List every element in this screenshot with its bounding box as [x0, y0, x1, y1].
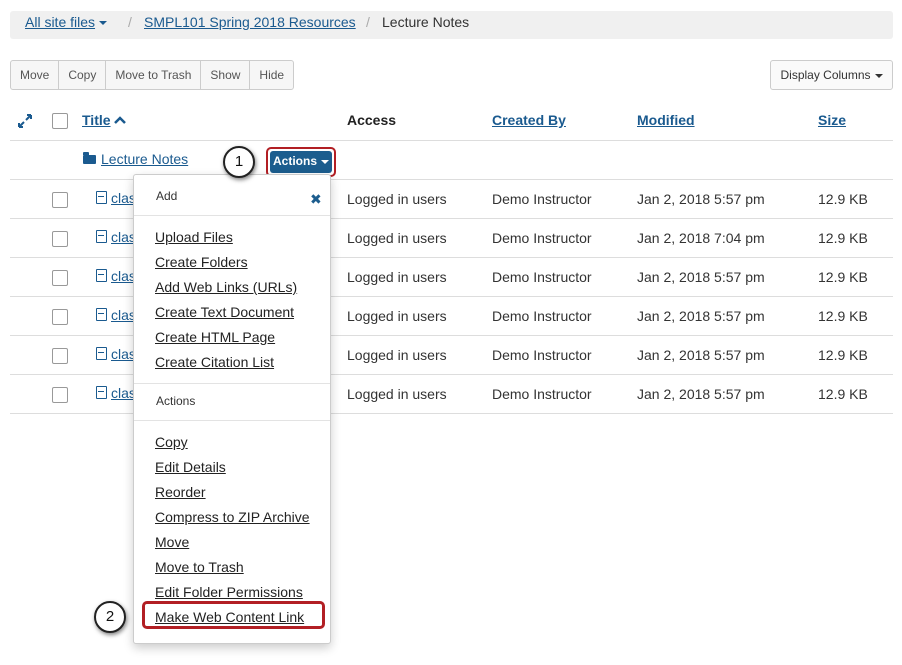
created-by-cell: Demo Instructor [492, 191, 592, 207]
hide-button[interactable]: Hide [249, 60, 295, 90]
menu-edit-folder-permissions[interactable]: Edit Folder Permissions [155, 584, 303, 600]
copy-button[interactable]: Copy [58, 60, 107, 90]
modified-cell: Jan 2, 2018 5:57 pm [637, 191, 765, 207]
file-link-wrapper[interactable]: clas [96, 346, 136, 362]
menu-move[interactable]: Move [155, 534, 189, 550]
title-column-header[interactable]: Title [82, 112, 127, 128]
actions-button-face: Actions [270, 151, 332, 173]
access-cell: Logged in users [347, 386, 447, 402]
row-checkbox[interactable] [52, 192, 68, 208]
pdf-file-icon [96, 230, 107, 243]
title-sort-link[interactable]: Title [82, 112, 111, 128]
row-checkbox[interactable] [52, 231, 68, 247]
menu-create-html-page[interactable]: Create HTML Page [155, 329, 275, 345]
table-header: Title Access Created By Modified Size [10, 100, 893, 141]
callout-badge-2: 2 [94, 601, 126, 633]
menu-add-web-links[interactable]: Add Web Links (URLs) [155, 279, 297, 295]
show-button[interactable]: Show [200, 60, 251, 90]
move-to-trash-button[interactable]: Move to Trash [105, 60, 202, 90]
modified-cell: Jan 2, 2018 5:57 pm [637, 269, 765, 285]
actions-dropdown-menu: Add ✖ Upload Files Create Folders Add We… [133, 174, 331, 644]
pdf-file-icon [96, 386, 107, 399]
menu-upload-files[interactable]: Upload Files [155, 229, 233, 245]
size-cell: 12.9 KB [818, 269, 868, 285]
display-columns-label: Display Columns [780, 68, 871, 82]
access-cell: Logged in users [347, 308, 447, 324]
created-by-column-header[interactable]: Created By [492, 112, 566, 128]
breadcrumb-separator: / [128, 14, 132, 30]
size-cell: 12.9 KB [818, 230, 868, 246]
chevron-down-icon [874, 73, 883, 78]
menu-create-folders[interactable]: Create Folders [155, 254, 248, 270]
chevron-down-icon [321, 159, 329, 164]
created-by-cell: Demo Instructor [492, 308, 592, 324]
folder-link[interactable]: Lecture Notes [101, 151, 188, 167]
menu-actions-header: Actions [156, 394, 196, 408]
created-by-cell: Demo Instructor [492, 269, 592, 285]
pdf-file-icon [96, 308, 107, 321]
menu-compress-zip[interactable]: Compress to ZIP Archive [155, 509, 310, 525]
file-link-wrapper[interactable]: clas [96, 268, 136, 284]
close-icon[interactable]: ✖ [310, 191, 322, 208]
menu-add-header: Add [156, 189, 178, 203]
breadcrumb-site-link[interactable]: SMPL101 Spring 2018 Resources [144, 14, 356, 30]
pdf-file-icon [96, 269, 107, 282]
menu-reorder[interactable]: Reorder [155, 484, 206, 500]
menu-copy[interactable]: Copy [155, 434, 188, 450]
display-columns-button[interactable]: Display Columns [770, 60, 893, 90]
file-link-wrapper[interactable]: clas [96, 190, 136, 206]
folder-open-icon [83, 152, 96, 164]
row-checkbox[interactable] [52, 309, 68, 325]
row-checkbox[interactable] [52, 348, 68, 364]
modified-cell: Jan 2, 2018 7:04 pm [637, 230, 765, 246]
actions-button-label: Actions [272, 154, 317, 168]
access-cell: Logged in users [347, 347, 447, 363]
created-by-cell: Demo Instructor [492, 386, 592, 402]
folder-link-wrapper[interactable]: Lecture Notes [83, 151, 188, 167]
breadcrumb-separator: / [366, 14, 370, 30]
row-checkbox[interactable] [52, 270, 68, 286]
expand-icon[interactable] [18, 114, 32, 128]
access-cell: Logged in users [347, 230, 447, 246]
modified-cell: Jan 2, 2018 5:57 pm [637, 386, 765, 402]
created-by-cell: Demo Instructor [492, 230, 592, 246]
chevron-down-icon [99, 21, 108, 26]
created-by-cell: Demo Instructor [492, 347, 592, 363]
menu-create-citation-list[interactable]: Create Citation List [155, 354, 274, 370]
menu-divider [134, 420, 330, 421]
file-link-wrapper[interactable]: clas [96, 307, 136, 323]
breadcrumb-all-site-files[interactable]: All site files [25, 14, 108, 30]
size-cell: 12.9 KB [818, 347, 868, 363]
breadcrumb-root-link[interactable]: All site files [25, 14, 95, 30]
make-web-content-link-highlight [142, 601, 325, 629]
modified-cell: Jan 2, 2018 5:57 pm [637, 347, 765, 363]
size-cell: 12.9 KB [818, 191, 868, 207]
modified-column-header[interactable]: Modified [637, 112, 695, 128]
access-column-header: Access [347, 112, 397, 128]
file-toolbar: Move Copy Move to Trash Show Hide [10, 60, 295, 90]
breadcrumb: All site files / SMPL101 Spring 2018 Res… [10, 11, 893, 39]
file-link-wrapper[interactable]: clas [96, 385, 136, 401]
access-cell: Logged in users [347, 191, 447, 207]
menu-divider [134, 215, 330, 216]
callout-badge-1: 1 [223, 146, 255, 178]
breadcrumb-current: Lecture Notes [382, 14, 470, 30]
move-button[interactable]: Move [10, 60, 60, 90]
menu-move-to-trash[interactable]: Move to Trash [155, 559, 244, 575]
access-cell: Logged in users [347, 269, 447, 285]
menu-create-text-document[interactable]: Create Text Document [155, 304, 294, 320]
file-link-wrapper[interactable]: clas [96, 229, 136, 245]
pdf-file-icon [96, 347, 107, 360]
select-all-checkbox[interactable] [52, 113, 68, 129]
menu-divider [134, 383, 330, 384]
size-cell: 12.9 KB [818, 386, 868, 402]
actions-dropdown-button[interactable]: Actions [266, 147, 336, 177]
menu-edit-details[interactable]: Edit Details [155, 459, 226, 475]
pdf-file-icon [96, 191, 107, 204]
size-column-header[interactable]: Size [818, 112, 846, 128]
row-checkbox[interactable] [52, 387, 68, 403]
modified-cell: Jan 2, 2018 5:57 pm [637, 308, 765, 324]
size-cell: 12.9 KB [818, 308, 868, 324]
sort-ascending-icon [114, 116, 127, 124]
